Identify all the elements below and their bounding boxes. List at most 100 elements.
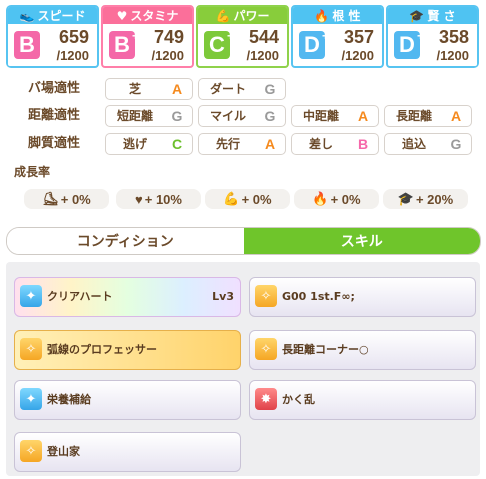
stat-wit-max: /1200	[436, 48, 469, 63]
aptitude-medium: 中距離 A	[291, 105, 379, 127]
gold-skill-icon: ✧	[255, 338, 277, 360]
graduation-cap-icon: 🎓	[409, 8, 425, 23]
aptitude-dirt: ダート G	[198, 78, 286, 100]
aptitude-turf: 芝 A	[105, 78, 193, 100]
growth-wit: 🎓 + 20%	[383, 189, 468, 209]
stat-wit-header: 🎓 賢 さ	[388, 7, 477, 24]
stat-stamina: ♥ スタミナ B + 749 /1200	[101, 5, 194, 68]
skill-item-nutrition[interactable]: ✦ 栄養補給	[14, 380, 241, 420]
stat-wit-value: 358	[438, 27, 469, 47]
aptitude-grade: G	[264, 108, 276, 124]
stat-power-label: パワー	[233, 9, 270, 23]
heart-icon: ♥	[135, 191, 143, 207]
stat-stamina-header: ♥ スタミナ	[103, 7, 192, 24]
stat-stamina-label: スタミナ	[130, 9, 179, 23]
growth-rate-title: 成長率	[14, 165, 51, 179]
aptitude-mile: マイル G	[198, 105, 286, 127]
heart-icon: ♥	[116, 8, 128, 23]
growth-stamina: ♥ + 10%	[116, 189, 201, 209]
skill-level: Lv3	[212, 290, 234, 303]
skill-name: 弧線のプロフェッサー	[47, 343, 157, 356]
skill-list: ✦ クリアハート Lv3 ✧ G00 1st.F∞; ✧ 弧線のプロフェッサー …	[6, 262, 480, 476]
aptitude-grade: A	[357, 108, 369, 124]
aptitude-distance-label: 距離適性	[28, 108, 81, 123]
growth-speed: ⛸ + 0%	[24, 189, 109, 209]
growth-value: + 20%	[415, 191, 454, 207]
aptitude-grade: A	[450, 108, 462, 124]
skill-item-mountaineer[interactable]: ✧ 登山家	[14, 432, 241, 472]
aptitude-track-label: バ場適性	[28, 81, 81, 96]
stat-guts-max: /1200	[341, 48, 374, 63]
growth-power: 💪 + 0%	[205, 189, 290, 209]
growth-value: + 0%	[241, 191, 272, 207]
stat-wit-grade: D +	[394, 29, 424, 59]
skill-item-long-corner[interactable]: ✧ 長距離コーナー○	[249, 330, 476, 370]
tab-condition[interactable]: コンディション	[7, 228, 244, 254]
stat-speed-header: 👟 スピード	[8, 7, 97, 24]
debuff-icon: ✸	[255, 388, 277, 410]
gold-skill-icon: ✧	[255, 285, 277, 307]
flame-icon: 🔥	[312, 191, 329, 206]
aptitude-grade: C	[171, 136, 183, 152]
stat-power-max: /1200	[246, 48, 279, 63]
skill-item-clear-heart[interactable]: ✦ クリアハート Lv3	[14, 277, 241, 317]
stat-guts-grade: D +	[299, 29, 329, 59]
aptitude-sprint: 短距離 G	[105, 105, 193, 127]
stat-wit-label: 賢 さ	[427, 9, 456, 23]
skill-item-arc-professor[interactable]: ✧ 弧線のプロフェッサー	[14, 330, 241, 370]
muscle-icon: 💪	[215, 8, 231, 23]
stat-stamina-value: 749	[153, 27, 184, 47]
aptitude-grade: G	[450, 136, 462, 152]
aptitude-long: 長距離 A	[384, 105, 472, 127]
muscle-icon: 💪	[223, 191, 240, 206]
stats-bar: 👟 スピード B 659 /1200 ♥ スタミナ B + 749 /1200 💪…	[6, 5, 479, 68]
gold-skill-icon: ✧	[20, 440, 42, 462]
growth-value: + 0%	[60, 191, 91, 207]
stat-speed: 👟 スピード B 659 /1200	[6, 5, 99, 68]
growth-value: + 10%	[144, 191, 182, 207]
tab-skill[interactable]: スキル	[243, 228, 480, 254]
stat-stamina-grade: B +	[109, 29, 139, 59]
stat-guts: 🔥 根 性 D + 357 /1200	[291, 5, 384, 68]
flame-icon: 🔥	[314, 8, 330, 23]
stat-speed-value: 659	[58, 27, 89, 47]
aptitude-leader: 先行 A	[198, 133, 286, 155]
stat-speed-grade: B	[14, 31, 40, 59]
growth-value: + 0%	[330, 191, 361, 207]
stat-speed-max: /1200	[56, 48, 89, 63]
aptitude-grade: G	[264, 81, 276, 97]
stat-guts-label: 根 性	[332, 9, 361, 23]
shoe-icon: ⛸	[42, 191, 59, 206]
stat-guts-value: 357	[343, 27, 374, 47]
skill-name: クリアハート	[47, 290, 113, 303]
sparkle-icon: ✦	[20, 285, 42, 307]
graduation-cap-icon: 🎓	[397, 191, 414, 206]
skill-name: 登山家	[47, 445, 80, 458]
stat-speed-label: スピード	[37, 9, 86, 23]
skill-name: 長距離コーナー○	[282, 343, 369, 356]
stat-guts-header: 🔥 根 性	[293, 7, 382, 24]
stat-power: 💪 パワー C + 544 /1200	[196, 5, 289, 68]
aptitude-grade: G	[171, 108, 183, 124]
stat-power-value: 544	[248, 27, 279, 47]
aptitude-betweener: 差し B	[291, 133, 379, 155]
stat-power-header: 💪 パワー	[198, 7, 287, 24]
stat-power-grade: C +	[204, 29, 234, 59]
aptitude-chaser: 追込 G	[384, 133, 472, 155]
skill-item-disrupt[interactable]: ✸ かく乱	[249, 380, 476, 420]
gold-skill-icon: ✧	[20, 338, 42, 360]
aptitude-style-label: 脚質適性	[28, 136, 81, 151]
growth-guts: 🔥 + 0%	[294, 189, 379, 209]
stat-wit: 🎓 賢 さ D + 358 /1200	[386, 5, 479, 68]
aptitude-grade: B	[357, 136, 369, 152]
sparkle-icon: ✦	[20, 388, 42, 410]
aptitude-runner: 逃げ C	[105, 133, 193, 155]
aptitude-grade: A	[264, 136, 276, 152]
stat-stamina-max: /1200	[151, 48, 184, 63]
skill-name: G00 1st.F∞;	[282, 290, 355, 303]
skill-name: かく乱	[282, 393, 315, 406]
tab-bar: コンディション スキル	[6, 227, 481, 255]
skill-item-g00[interactable]: ✧ G00 1st.F∞;	[249, 277, 476, 317]
aptitude-grade: A	[171, 81, 183, 97]
shoe-icon: 👟	[19, 8, 35, 23]
